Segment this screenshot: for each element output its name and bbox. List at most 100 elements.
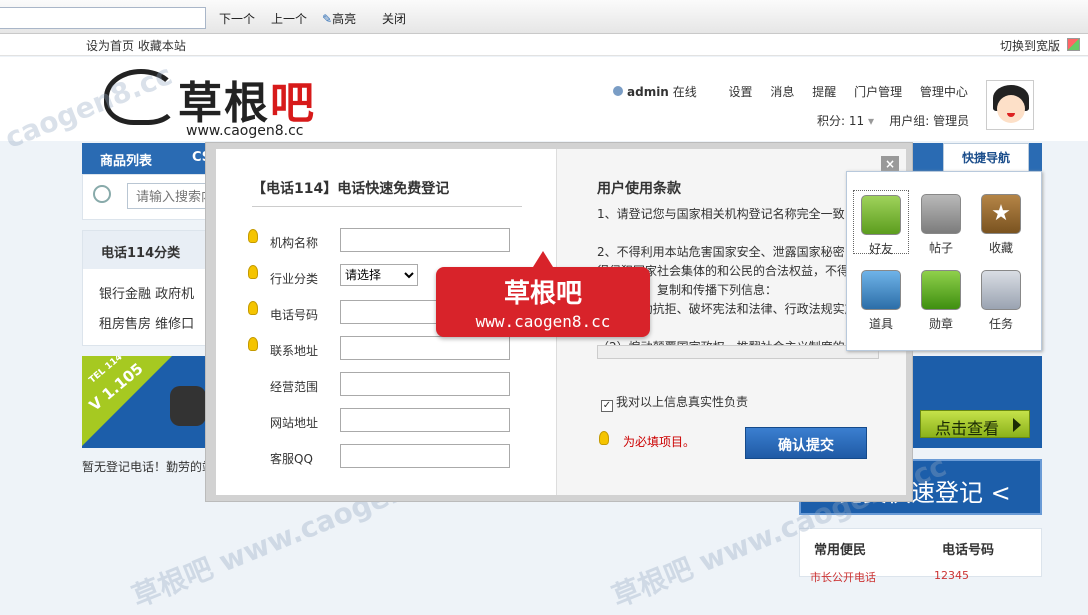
online-status: 在线 <box>672 85 697 99</box>
watermark-logo: 草根吧 www.caogen8.cc <box>436 251 650 337</box>
quick-nav-popup: 好友 帖子 ★ 收藏 道具 勋章 任务 <box>846 171 1042 351</box>
confirm-checkbox[interactable]: ✓ 我对以上信息真实性负责 <box>601 393 748 412</box>
field-label: 行业分类 <box>270 272 319 286</box>
field-label: 机构名称 <box>270 236 319 250</box>
services-table: 常用便民 电话号码 市长公开电话 12345 <box>799 528 1042 584</box>
submit-button[interactable]: 确认提交 <box>745 427 867 459</box>
avatar[interactable] <box>986 80 1034 130</box>
username-link[interactable]: admin <box>627 85 669 99</box>
home-favorite-links[interactable]: 设为首页 收藏本站 <box>86 37 186 54</box>
quicknav-medals[interactable]: 勋章 <box>913 266 969 331</box>
tel114-banner[interactable]: TEL 114 V 1.105 <box>82 356 212 448</box>
checkbox-icon[interactable]: ✓ <box>601 400 613 412</box>
find-prev-button[interactable]: 上一个 <box>271 10 307 27</box>
notifications-link[interactable]: 提醒 <box>812 85 836 99</box>
industry-select[interactable]: 请选择 <box>340 264 418 286</box>
quicknav-friends[interactable]: 好友 <box>853 190 909 256</box>
table-cell[interactable]: 市长公开电话 <box>810 569 876 585</box>
quicknav-label: 任务 <box>988 317 1013 331</box>
quicknav-posts[interactable]: 帖子 <box>913 190 969 255</box>
col-header: 电话号码 <box>942 543 995 558</box>
messages-link[interactable]: 消息 <box>770 85 794 99</box>
quicknav-tasks[interactable]: 任务 <box>973 266 1029 331</box>
pencil-icon: ✎ <box>322 12 333 26</box>
quicknav-label: 收藏 <box>988 241 1013 255</box>
category-title: 电话114分类 <box>83 231 211 269</box>
terms-title: 用户使用条款 <box>597 181 681 197</box>
medal-icon <box>921 270 961 310</box>
highlight-label: 高亮 <box>332 12 357 26</box>
category-row[interactable]: 租房售房 维修口 <box>99 313 194 332</box>
points-dropdown[interactable]: 积分: 11 <box>817 114 864 128</box>
star-icon: ★ <box>981 194 1021 234</box>
arrow-right-icon <box>1013 418 1021 432</box>
quicknav-label: 帖子 <box>928 241 953 255</box>
quicknav-props[interactable]: 道具 <box>853 266 909 331</box>
quicknav-favorites[interactable]: ★ 收藏 <box>973 190 1029 255</box>
switch-wide-link[interactable]: 切换到宽版 <box>1000 37 1060 54</box>
checkbox-label: 我对以上信息真实性负责 <box>616 395 749 409</box>
quick-nav-tab[interactable]: 快捷导航 <box>943 143 1029 171</box>
field-label: 经营范围 <box>270 380 319 394</box>
find-bar: 下一个 上一个 ✎高亮 关闭 <box>0 0 1088 34</box>
logo-url: www.caogen8.cc <box>186 123 304 139</box>
col-header: 常用便民 <box>814 543 867 558</box>
required-note-text: 为必填项目。 <box>623 435 696 449</box>
site-logo[interactable]: 草根吧 www.caogen8.cc <box>104 65 344 139</box>
nav-item-products[interactable]: 商品列表 <box>100 150 152 169</box>
category-panel: 电话114分类 银行金融 政府机 租房售房 维修口 <box>82 230 212 346</box>
user-stats: 积分: 11 ▾ 用户组: 管理员 <box>817 112 969 129</box>
telephone-icon <box>170 386 206 426</box>
watermark-url: www.caogen8.cc <box>475 312 611 331</box>
logo-text-red: 吧 <box>270 78 316 129</box>
horizontal-scrollbar[interactable] <box>597 345 879 359</box>
required-bulb-icon <box>248 301 258 315</box>
find-input[interactable] <box>0 7 206 29</box>
close-find-button[interactable]: 关闭 <box>382 10 406 27</box>
user-group[interactable]: 用户组: 管理员 <box>889 114 969 128</box>
website-input[interactable] <box>340 408 510 432</box>
chat-bubble-icon <box>921 194 961 234</box>
search-box <box>82 174 227 220</box>
quicknav-label: 道具 <box>868 317 893 331</box>
search-icon[interactable] <box>93 185 111 203</box>
category-row[interactable]: 银行金融 政府机 <box>99 283 194 302</box>
magic-wand-icon <box>861 270 901 310</box>
top-links-bar: 设为首页 收藏本站 切换到宽版 <box>0 34 1088 56</box>
quicknav-label: 勋章 <box>928 317 953 331</box>
qq-input[interactable] <box>340 444 510 468</box>
quicknav-label: 好友 <box>868 242 893 256</box>
logo-swirl-icon <box>104 69 178 125</box>
highlight-button[interactable]: ✎高亮 <box>322 10 356 27</box>
address-input[interactable] <box>340 336 510 360</box>
form-title: 【电话114】电话快速免费登记 <box>252 178 522 207</box>
settings-link[interactable]: 设置 <box>729 85 753 99</box>
required-bulb-icon <box>248 229 258 243</box>
portal-admin-link[interactable]: 门户管理 <box>854 85 902 99</box>
no-registration-text: 暂无登记电话！勤劳的站 <box>82 460 215 474</box>
required-bulb-icon <box>599 431 609 445</box>
required-bulb-icon <box>248 337 258 351</box>
caret-down-icon: ▾ <box>867 114 874 128</box>
field-label: 联系地址 <box>270 344 319 358</box>
field-label: 电话号码 <box>270 308 319 322</box>
find-next-button[interactable]: 下一个 <box>219 10 255 27</box>
view-button[interactable]: 点击查看 <box>920 410 1030 438</box>
user-icon <box>613 86 623 96</box>
org-name-input[interactable] <box>340 228 510 252</box>
friends-icon <box>861 195 901 235</box>
view-button-label: 点击查看 <box>935 419 1000 438</box>
site-header: 草根吧 www.caogen8.cc admin 在线 设置 消息 提醒 门户管… <box>0 57 1088 141</box>
watermark-title: 草根吧 <box>503 279 582 309</box>
user-bar: admin 在线 设置 消息 提醒 门户管理 管理中心 退出 <box>613 83 1024 100</box>
field-label: 客服QQ <box>270 452 313 466</box>
field-label: 网站地址 <box>270 416 319 430</box>
table-cell: 12345 <box>934 569 969 582</box>
logo-text: 草根 <box>178 78 270 129</box>
required-bulb-icon <box>248 265 258 279</box>
wide-mode-icon[interactable] <box>1067 38 1080 51</box>
close-icon[interactable]: × <box>881 156 899 172</box>
admin-center-link[interactable]: 管理中心 <box>920 85 968 99</box>
task-icon <box>981 270 1021 310</box>
business-scope-input[interactable] <box>340 372 510 396</box>
